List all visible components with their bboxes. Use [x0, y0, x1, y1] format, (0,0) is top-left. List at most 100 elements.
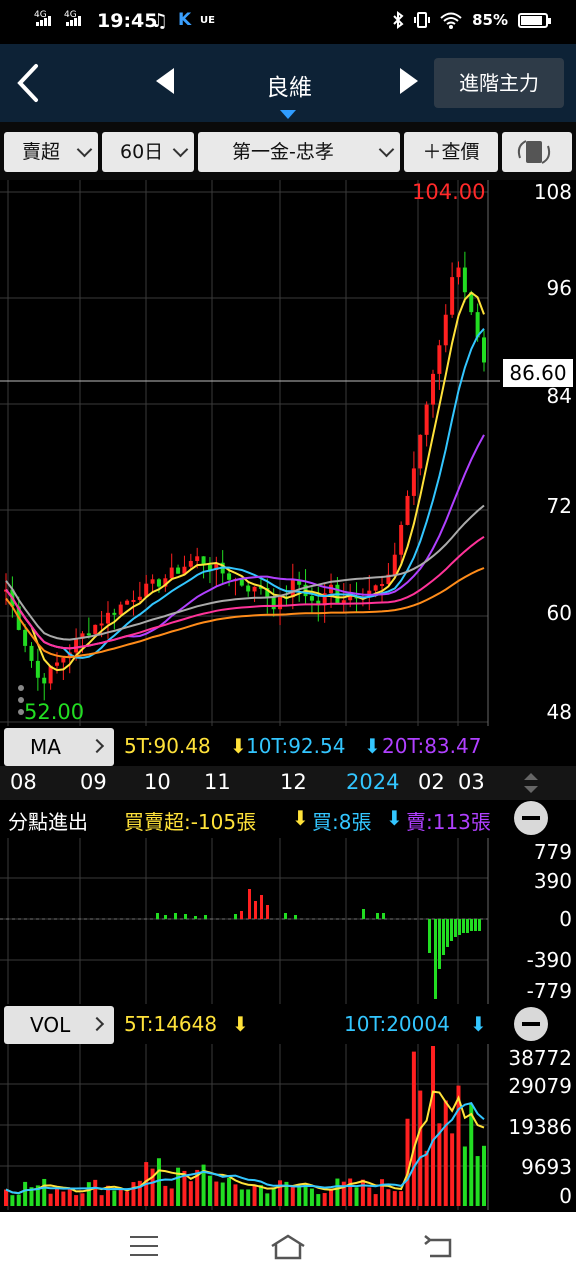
broker-tick-label: 390	[533, 869, 572, 893]
broker-chart[interactable]	[0, 838, 576, 1004]
chevron-right-icon	[89, 738, 105, 754]
broker-bar	[234, 914, 237, 919]
k-app-icon: K	[178, 10, 192, 30]
type-select[interactable]: 賣超	[4, 132, 98, 172]
broker-bar	[458, 919, 461, 935]
ue-icon: UE	[200, 15, 215, 26]
candle	[169, 567, 174, 579]
price-tick-label: 72	[546, 494, 572, 518]
back-icon[interactable]	[422, 1232, 456, 1262]
vol-button[interactable]: VOL	[4, 1006, 114, 1044]
price-chart[interactable]	[0, 180, 576, 726]
volume-bar	[23, 1181, 28, 1206]
candle	[131, 599, 136, 602]
volume-bar	[297, 1185, 302, 1206]
drag-handle-icon[interactable]	[14, 680, 28, 720]
candle	[188, 561, 193, 567]
broker-bar	[240, 911, 243, 919]
volume-bar	[424, 1150, 429, 1206]
candle	[61, 657, 66, 663]
broker-bar	[450, 919, 453, 941]
candle	[86, 633, 91, 636]
recent-apps-icon[interactable]	[130, 1236, 158, 1258]
advanced-main-force-button[interactable]: 進階主力	[434, 58, 564, 108]
collapse-broker-panel-button[interactable]	[514, 801, 548, 835]
wifi-icon	[440, 12, 462, 29]
price-tick-label: 108	[533, 180, 572, 204]
candle	[137, 596, 142, 600]
broker-sell-value: 賣:113張	[406, 810, 490, 834]
chevron-down-icon	[378, 141, 395, 158]
time-tick-label: 03	[458, 770, 485, 794]
candle	[411, 468, 416, 496]
volume-bar	[118, 1189, 123, 1206]
volume-bar	[54, 1188, 59, 1206]
volume-bar	[156, 1158, 161, 1206]
volume-bar	[482, 1145, 486, 1206]
volume-bar	[246, 1189, 251, 1206]
ma-button[interactable]: MA	[4, 728, 114, 766]
broker-bar	[164, 915, 167, 919]
volume-bar	[367, 1187, 372, 1206]
time-tick-label: 11	[204, 770, 231, 794]
candle	[380, 584, 385, 587]
ma-bar: MA 5T:90.48 ⬇ 10T:92.54 ⬇ 20T:83.47	[0, 726, 576, 766]
candle	[112, 612, 117, 615]
rotate-button[interactable]	[502, 132, 572, 172]
system-nav-bar	[0, 1212, 576, 1280]
candle	[392, 554, 397, 575]
candle	[399, 524, 404, 555]
volume-bar	[475, 1156, 480, 1206]
signal-icon	[66, 16, 81, 26]
next-stock-button[interactable]	[400, 68, 418, 94]
ma-button-label: MA	[30, 735, 61, 759]
volume-bar	[61, 1191, 66, 1206]
time-tick-label: 12	[280, 770, 307, 794]
vol-tick-label: 0	[559, 1184, 572, 1208]
broker-bar	[428, 919, 431, 953]
battery-percent: 85%	[472, 11, 508, 29]
prev-stock-button[interactable]	[156, 68, 174, 94]
price-tick-label: 48	[546, 700, 572, 724]
ma5-value: 5T:90.48	[124, 734, 211, 758]
volume-chart[interactable]	[0, 1044, 576, 1210]
volume-bar	[67, 1188, 72, 1206]
chevron-left-icon[interactable]	[12, 62, 46, 104]
volume-bar	[348, 1178, 353, 1206]
vol-ma5-value: 5T:14648	[124, 1012, 218, 1036]
vol-tick-label: 38772	[508, 1046, 572, 1070]
broker-tick-label: 779	[533, 840, 572, 864]
candle	[405, 495, 410, 525]
broker-net-value: 買賣超:-105張	[124, 810, 257, 834]
home-icon[interactable]	[268, 1232, 308, 1262]
stock-title[interactable]: 良維	[200, 68, 378, 102]
period-select[interactable]: 60日	[102, 132, 194, 172]
net-arrow-icon: ⬇	[292, 806, 309, 830]
resize-handle-icon[interactable]	[520, 770, 542, 796]
collapse-vol-panel-button[interactable]	[514, 1007, 548, 1041]
volume-bar	[16, 1194, 21, 1206]
candle	[156, 579, 161, 587]
time-tick-label: 2024	[346, 770, 400, 794]
ma60-line	[5, 504, 485, 641]
volume-bar	[125, 1191, 130, 1206]
volume-bar	[450, 1133, 455, 1206]
vol-bar: VOL 5T:14648 ⬇ 10T:20004 ⬇	[0, 1004, 576, 1044]
candle	[42, 677, 47, 684]
bluetooth-icon	[393, 11, 404, 29]
broker-bar	[362, 909, 365, 919]
candle	[150, 579, 155, 584]
broker-select[interactable]: 第一金-忠孝	[198, 132, 400, 172]
music-icon: ♫	[151, 10, 169, 32]
price-lookup-button[interactable]: ＋查價	[404, 132, 498, 172]
candle	[309, 596, 314, 601]
volume-bar	[207, 1175, 212, 1206]
broker-bar	[454, 919, 457, 937]
ma120-line	[5, 535, 485, 650]
vol-button-label: VOL	[30, 1013, 71, 1037]
stock-dropdown-caret-icon[interactable]	[280, 110, 296, 119]
vibrate-icon	[414, 12, 431, 28]
volume-bar	[169, 1188, 174, 1206]
broker-bar	[442, 919, 445, 955]
volume-bar	[86, 1182, 91, 1206]
